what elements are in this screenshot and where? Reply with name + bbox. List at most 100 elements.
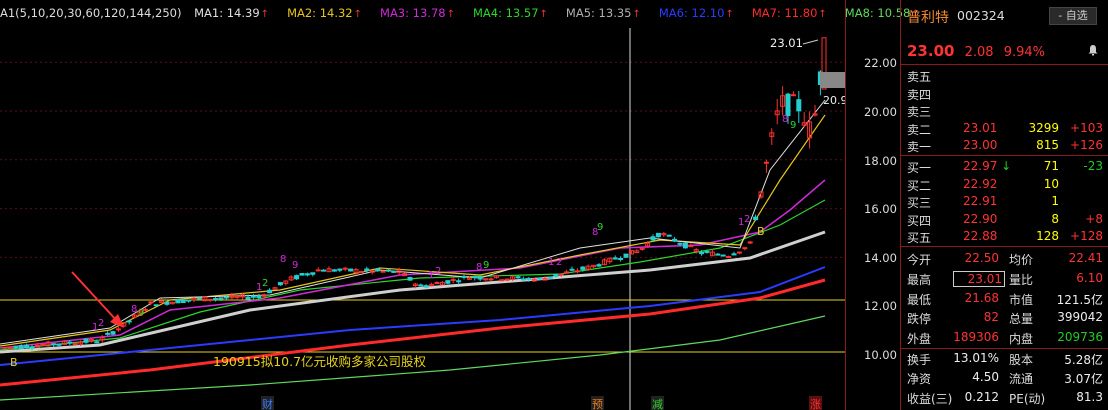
bid-price: 22.97 ↓ — [963, 159, 1012, 173]
stats-cell: 5.28亿 — [1064, 353, 1103, 367]
candle-body — [515, 276, 521, 279]
axis-tick-label: 20.00 — [864, 105, 897, 119]
axis-tick-label: 14.00 — [864, 251, 897, 265]
stats-cell: 23.01 — [953, 270, 1005, 287]
ask-row[interactable]: 卖四 — [901, 85, 1108, 102]
stats-cell: 今开 — [907, 253, 932, 267]
candle-body — [126, 320, 132, 323]
candle-body — [499, 279, 505, 282]
candle-body — [153, 304, 159, 307]
sequence-counter: 9 — [597, 222, 603, 233]
stats-cell: 最高 — [907, 272, 932, 287]
axis-tick-label: 16.00 — [864, 202, 897, 216]
bid-volume: 8 — [1051, 211, 1059, 226]
candle-body — [558, 273, 564, 276]
chart-annotations: 23.0120.9190915拟10.7亿元收购多家公司股权财预减涨BB1 28 9… — [10, 36, 845, 410]
candle-body — [790, 94, 796, 97]
candle-body — [180, 299, 186, 304]
price-row: 23.00 2.08 9.94% — [907, 42, 1045, 60]
sequence-counter: 2 — [556, 257, 562, 268]
stats-cell: 189306 — [953, 330, 999, 345]
candle-body — [337, 268, 343, 271]
candle-body — [445, 280, 451, 284]
candle-body — [731, 253, 737, 256]
candle-body — [196, 297, 202, 300]
candle-body — [56, 343, 62, 346]
sequence-counter: 2 — [262, 278, 268, 289]
candle-body — [213, 298, 219, 301]
bid-label: 买四 — [907, 213, 932, 228]
ma-legend-item: MA7: 11.80↑ — [751, 6, 827, 20]
candle-body — [472, 275, 478, 279]
candle-body — [24, 344, 30, 349]
ask-label: 卖一 — [907, 140, 932, 155]
ask-row[interactable]: 卖二 23.01 3299 +103 — [901, 120, 1108, 137]
bid-row[interactable]: 买一 22.97 ↓ 71 -23 — [901, 158, 1108, 175]
candle-body — [666, 234, 672, 237]
bid-label: 买五 — [907, 231, 932, 246]
candle-body — [277, 282, 283, 286]
axis-tick-label: 22.00 — [864, 56, 897, 70]
candlestick-chart[interactable]: 23.0120.9190915拟10.7亿元收购多家公司股权财预减涨BB1 28 9… — [0, 0, 845, 410]
stats-cell: 81.3 — [1076, 389, 1103, 404]
candle-body — [650, 236, 656, 241]
candle-body — [67, 341, 73, 344]
candle-body — [391, 270, 397, 273]
candle-body — [342, 267, 348, 270]
bid-volume: 10 — [1043, 176, 1059, 191]
ma6-line — [0, 266, 826, 366]
event-marker: 财 — [262, 397, 273, 410]
price-axis: 22.00 20.00 18.00 16.00 14.00 12.00 10.00 — [845, 0, 901, 410]
candle-body — [94, 341, 100, 344]
stats-cell: 内盘 — [1009, 332, 1034, 347]
sequence-counter: 2 — [98, 318, 104, 329]
bid-row[interactable]: 买三 22.91 1 — [901, 193, 1108, 210]
event-marker: 减 — [652, 398, 663, 410]
candle-body — [385, 269, 391, 272]
ma-legend-item: MA2: 14.32↑ — [287, 6, 363, 20]
stats-cell: 4.50 — [972, 369, 999, 384]
watchlist-button[interactable]: - 自选 — [1049, 7, 1097, 25]
bid-row[interactable]: 买四 22.90 8 +8 — [901, 211, 1108, 228]
stats-row: 跌停 82 总量 399042 — [901, 308, 1108, 326]
stats-cell: PE(动) — [1009, 391, 1046, 406]
candle-body — [423, 285, 429, 288]
candle-body — [418, 284, 424, 287]
up-arrow-icon: ↑ — [446, 9, 455, 20]
ma-legend: A1(5,10,20,30,60,120,144,250) MA1: 14.39… — [0, 6, 947, 24]
bid-row[interactable]: 买五 22.88 128 +128 — [901, 228, 1108, 245]
stats-cell: 市值 — [1009, 292, 1034, 307]
candle-body — [715, 253, 721, 256]
ask-price: 23.00 — [963, 138, 998, 153]
stats-cell: 209736 — [1057, 330, 1103, 345]
bell-icon[interactable] — [1087, 44, 1099, 56]
ask-row[interactable]: 卖一 23.00 815 +126 — [901, 137, 1108, 154]
stats-row: 换手 13.01% 股本 5.28亿 — [901, 348, 1108, 367]
ask-row[interactable]: 卖三 — [901, 102, 1108, 119]
low-price-label: 20.9 — [823, 94, 845, 107]
axis-tick-label: 12.00 — [864, 299, 897, 313]
sequence-counter: 9 — [138, 308, 144, 319]
candle-body — [105, 332, 111, 335]
bid-price: 22.88 — [963, 229, 998, 244]
divider — [901, 155, 1108, 156]
stats-cell: 399042 — [1057, 310, 1103, 325]
sequence-counter: 9 — [790, 120, 796, 131]
stats-cell: 13.01% — [953, 351, 999, 365]
stats-row: 净资 4.50 流通 3.07亿 — [901, 368, 1108, 386]
candle-body — [488, 278, 494, 281]
bid-row[interactable]: 买二 22.92 10 — [901, 176, 1108, 193]
candle-body — [580, 266, 586, 270]
stats-row: 最高 23.01 量比 6.10 — [901, 269, 1108, 287]
bid-volume: 128 — [1036, 229, 1059, 244]
stats-cell: 6.10 — [1076, 270, 1103, 285]
candle-body — [742, 247, 748, 250]
stats-cell: 3.07亿 — [1064, 371, 1103, 386]
stats-cell: 最低 — [907, 292, 932, 307]
stats-cell: 外盘 — [907, 332, 932, 347]
candle-body — [796, 99, 802, 112]
bid-price: 22.92 — [963, 176, 998, 191]
ask-change: +126 — [1070, 138, 1103, 153]
candle-body — [553, 273, 559, 277]
ask-row[interactable]: 卖五 — [901, 67, 1108, 84]
